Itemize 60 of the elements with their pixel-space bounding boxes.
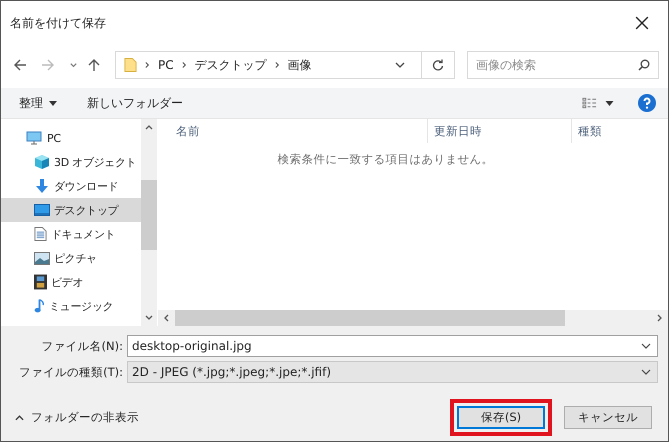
horizontal-scrollbar[interactable] — [158, 310, 668, 326]
folder-icon — [124, 57, 137, 73]
breadcrumb[interactable]: PC — [158, 58, 174, 72]
view-list-icon[interactable] — [582, 97, 597, 109]
address-bar[interactable]: PC デスクトップ 画像 — [115, 51, 455, 79]
chevron-down-icon[interactable] — [641, 343, 651, 349]
navigation-item[interactable]: 3D オブジェクト — [1, 150, 141, 174]
column-header[interactable]: 名前 — [158, 119, 428, 143]
help-icon[interactable] — [638, 94, 656, 112]
dropdown-arrow-icon — [49, 100, 57, 106]
save-button[interactable]: 保存(S) — [457, 406, 545, 429]
navigation-item[interactable]: デスクトップ — [1, 198, 141, 222]
navigation-item[interactable]: ピクチャ — [1, 246, 141, 270]
breadcrumb[interactable]: 画像 — [288, 56, 312, 74]
column-header[interactable]: 種類 — [572, 119, 668, 143]
chevron-up-icon — [15, 414, 24, 420]
navigation-item[interactable]: ドキュメント — [1, 222, 141, 246]
organize-menu-button[interactable]: 整理 — [13, 94, 63, 112]
chevron-right-icon — [274, 61, 280, 69]
dropdown-arrow-icon[interactable] — [605, 100, 614, 106]
window-title: 名前を付けて保存 — [10, 14, 106, 32]
vertical-scrollbar[interactable] — [141, 119, 157, 326]
search-field[interactable]: 画像の検索 — [467, 51, 659, 79]
film-strip-icon — [34, 274, 47, 290]
landscape-image-icon — [34, 252, 50, 264]
desktop-icon — [34, 204, 50, 216]
empty-message: 検索条件に一致する項目はありません。 — [276, 152, 494, 167]
close-icon[interactable] — [635, 16, 649, 30]
monitor-icon — [25, 130, 43, 146]
file-type-dropdown[interactable]: 2D - JPEG (*.jpg;*.jpeg;*.jpe;*.jfif) — [127, 361, 658, 383]
hide-folders-button[interactable]: フォルダーの非表示 — [1, 410, 139, 425]
down-arrow-icon — [34, 178, 50, 194]
chevron-right-icon — [182, 61, 187, 69]
navigation-item[interactable]: ミュージック — [1, 294, 141, 318]
scroll-up-icon[interactable] — [145, 125, 153, 130]
scroll-left-icon[interactable] — [164, 314, 169, 322]
field-label: ファイルの種類(T): — [18, 364, 124, 380]
chevron-down-icon[interactable] — [69, 60, 78, 70]
scroll-right-icon[interactable] — [657, 314, 662, 322]
cancel-button[interactable]: キャンセル — [564, 406, 652, 429]
field-label: ファイル名(N): — [40, 338, 124, 354]
scroll-thumb[interactable] — [141, 180, 157, 250]
chevron-down-icon — [641, 369, 651, 375]
music-note-icon — [34, 298, 45, 314]
document-icon — [34, 226, 47, 242]
up-arrow-icon[interactable] — [87, 58, 101, 72]
file-name-field[interactable]: desktop-original.jpg — [127, 335, 658, 357]
column-header[interactable]: 更新日時 — [428, 119, 572, 143]
chevron-right-icon — [145, 61, 150, 69]
new-folder-button[interactable]: 新しいフォルダー — [81, 94, 189, 112]
navigation-item[interactable]: ビデオ — [1, 270, 141, 294]
navigation-item[interactable]: PC — [1, 126, 141, 150]
scroll-thumb[interactable] — [175, 310, 565, 326]
back-arrow-icon[interactable] — [13, 58, 27, 72]
cube-icon — [34, 154, 50, 170]
navigation-item[interactable]: ダウンロード — [1, 174, 141, 198]
refresh-icon — [432, 59, 444, 71]
breadcrumb[interactable]: デスクトップ — [194, 56, 267, 74]
scroll-down-icon[interactable] — [145, 315, 153, 320]
search-icon — [638, 59, 650, 71]
